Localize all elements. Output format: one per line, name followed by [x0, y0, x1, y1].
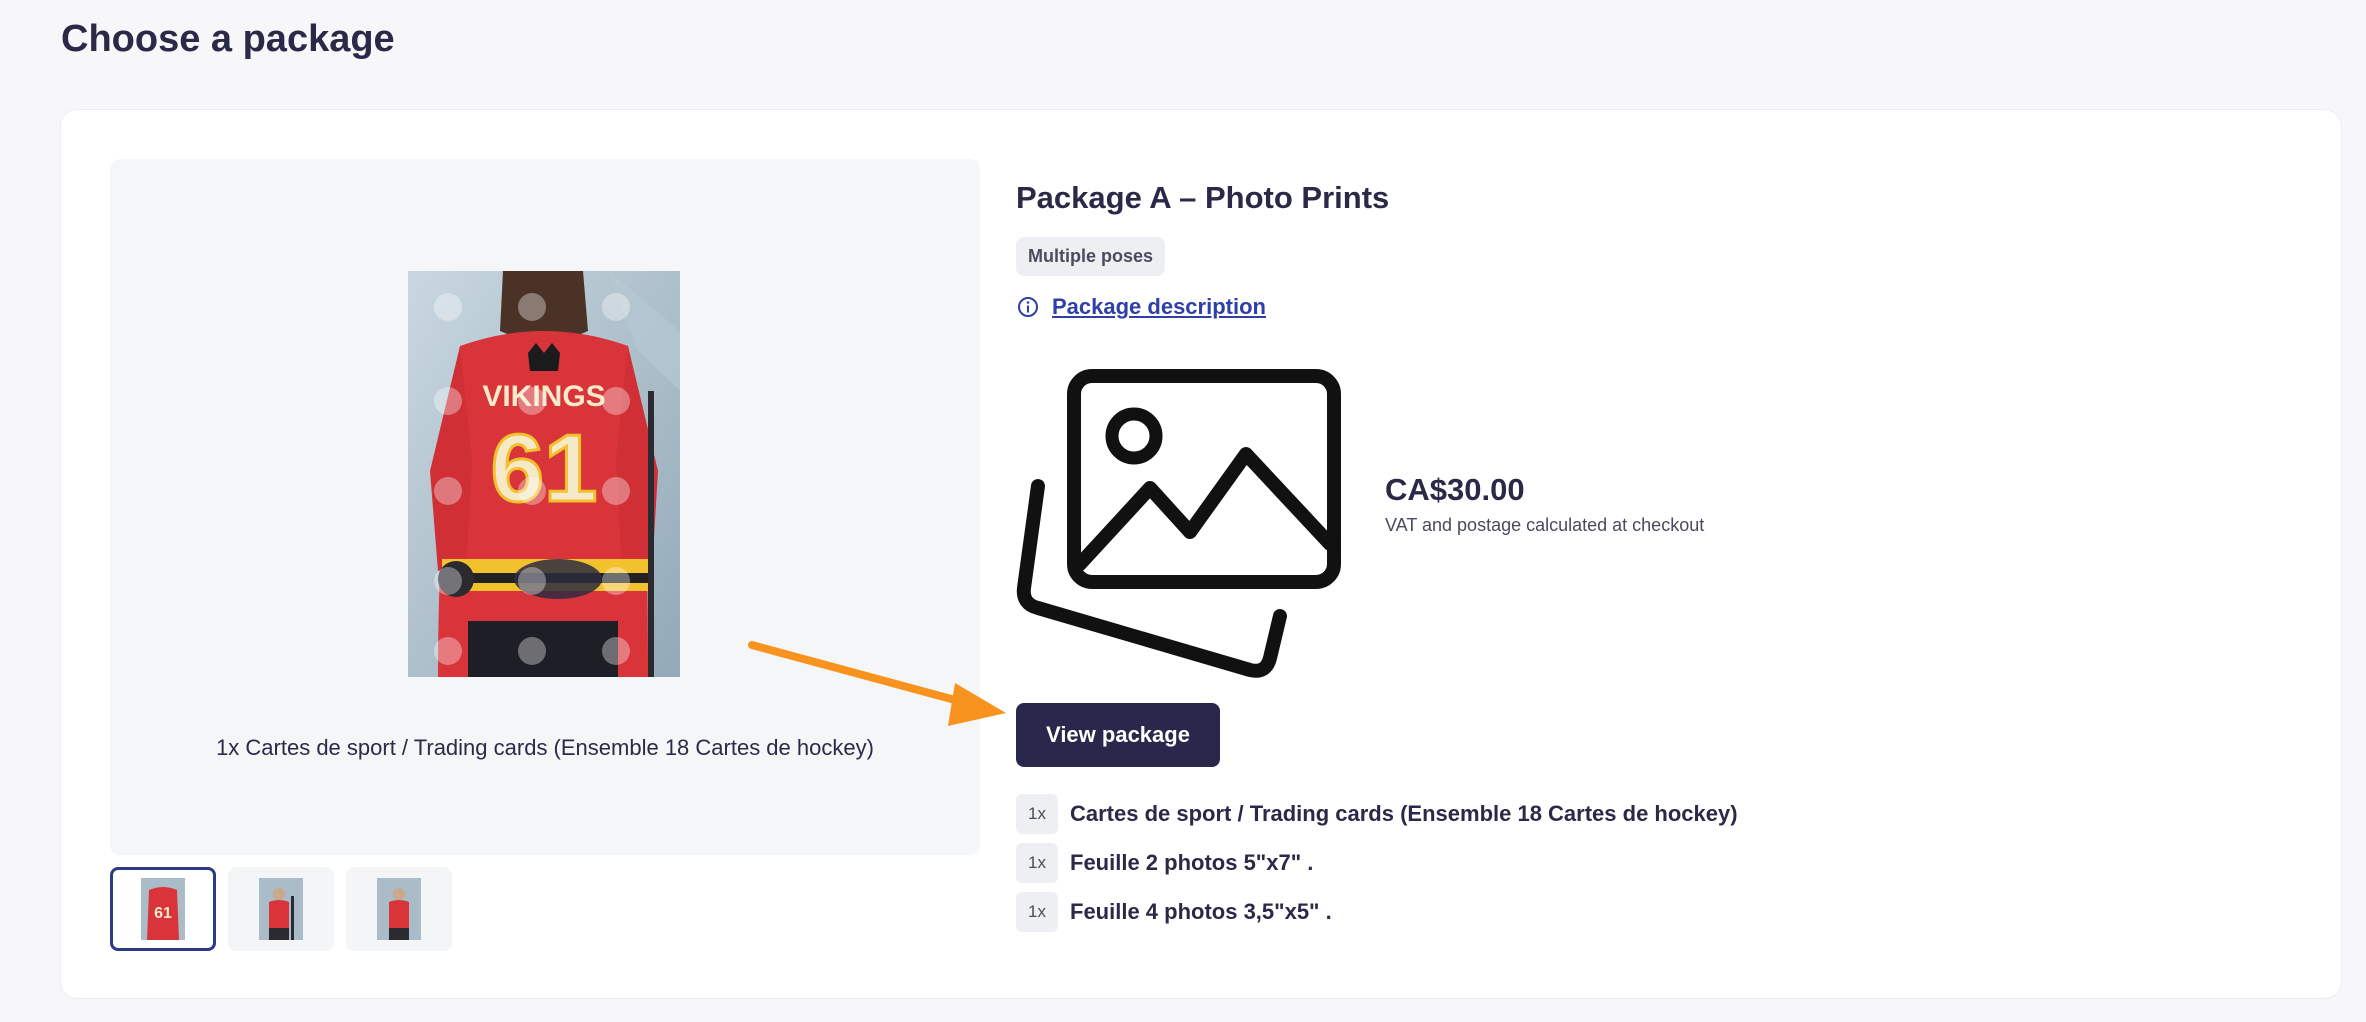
poses-badge: Multiple poses [1016, 237, 1166, 276]
package-item: 1x Feuille 2 photos 5"x7" . [1016, 841, 1738, 885]
image-placeholder-icon [1014, 368, 1344, 683]
view-package-button[interactable]: View package [1016, 703, 1220, 767]
package-items-list: 1x Cartes de sport / Trading cards (Ense… [1016, 792, 1738, 939]
item-label: Feuille 4 photos 3,5"x5" . [1070, 899, 1332, 924]
thumbnail-strip: 61 [110, 867, 452, 951]
package-card: VIKINGS 61 1x Cartes de sport / [61, 110, 2341, 998]
info-icon [1018, 297, 1038, 317]
item-quantity: 1x [1016, 843, 1058, 883]
item-label: Cartes de sport / Trading cards (Ensembl… [1070, 801, 1738, 826]
svg-text:61: 61 [154, 905, 172, 922]
package-price: CA$30.00 [1385, 472, 1525, 507]
thumbnail-2[interactable] [228, 867, 334, 951]
page-title: Choose a package [61, 18, 395, 60]
item-label: Feuille 2 photos 5"x7" . [1070, 850, 1314, 875]
item-quantity: 1x [1016, 794, 1058, 834]
thumbnail-1[interactable]: 61 [110, 867, 216, 951]
item-quantity: 1x [1016, 892, 1058, 932]
package-preview: VIKINGS 61 1x Cartes de sport / [110, 159, 980, 855]
package-description-label: Package description [1052, 294, 1266, 319]
package-item: 1x Feuille 4 photos 3,5"x5" . [1016, 890, 1738, 934]
package-item: 1x Cartes de sport / Trading cards (Ense… [1016, 792, 1738, 836]
jersey-number: 61 [491, 415, 598, 522]
package-name: Package A – Photo Prints [1016, 180, 1390, 215]
thumbnail-3[interactable] [346, 867, 452, 951]
package-description-link[interactable]: Package description [1016, 294, 1266, 320]
price-note: VAT and postage calculated at checkout [1385, 515, 1705, 535]
hero-photo: VIKINGS 61 [408, 271, 680, 677]
preview-caption: 1x Cartes de sport / Trading cards (Ense… [216, 735, 874, 760]
